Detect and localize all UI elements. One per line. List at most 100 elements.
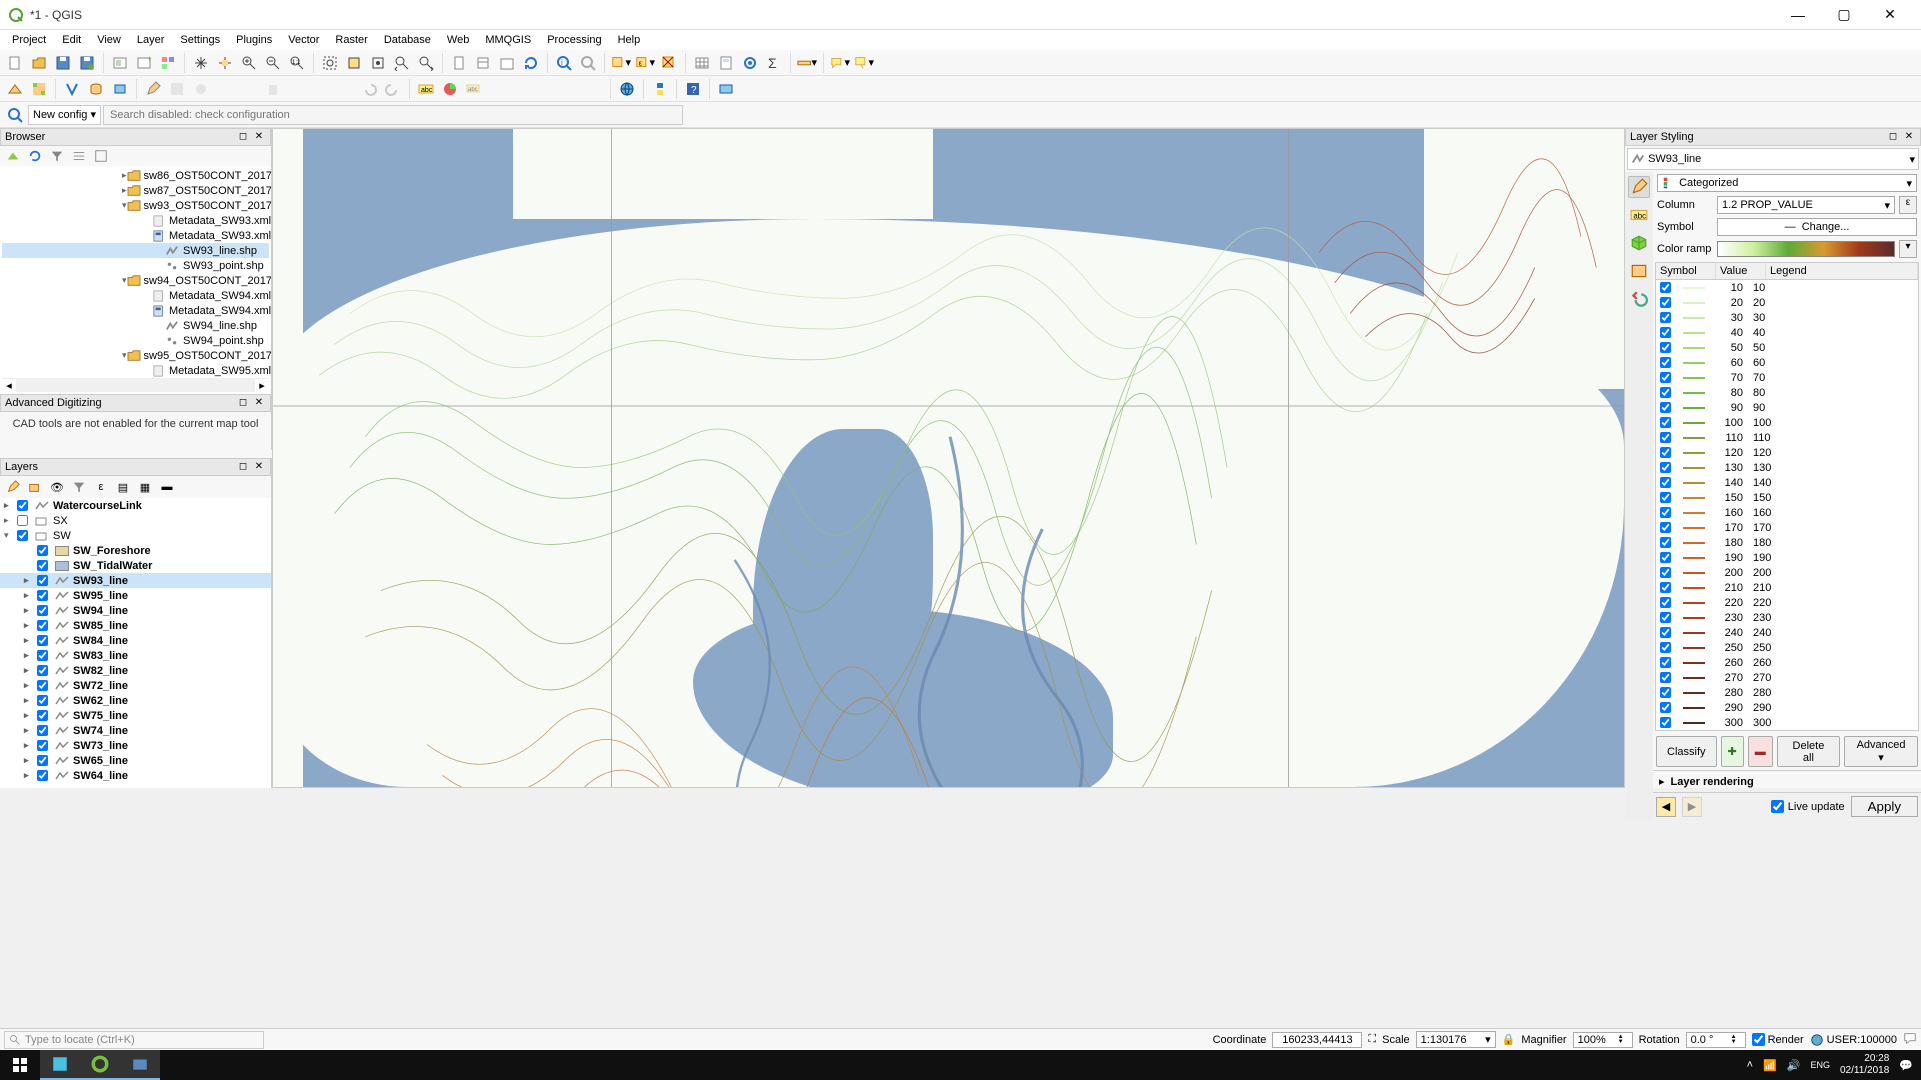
- help-button[interactable]: ?: [682, 78, 704, 100]
- menu-vector[interactable]: Vector: [280, 32, 327, 48]
- tray-clock[interactable]: 20:28 02/11/2018: [1840, 1053, 1889, 1077]
- category-checkbox[interactable]: [1660, 597, 1671, 608]
- color-ramp-dropdown[interactable]: ▾: [1899, 240, 1917, 258]
- layer-visibility-checkbox[interactable]: [37, 590, 48, 601]
- category-checkbox[interactable]: [1660, 492, 1671, 503]
- toggle-editing-button[interactable]: [142, 78, 164, 100]
- category-row[interactable]: 270270: [1656, 670, 1918, 685]
- select-value-button[interactable]: ε▾: [634, 52, 656, 74]
- taskbar-app-3[interactable]: [120, 1050, 160, 1080]
- layer-visibility-checkbox[interactable]: [17, 530, 28, 541]
- layer-filter-button[interactable]: [70, 478, 88, 496]
- layer-item[interactable]: ▸SW74_line: [0, 723, 271, 738]
- category-row[interactable]: 180180: [1656, 535, 1918, 550]
- browser-item[interactable]: ▾sw94_OST50CONT_201707: [2, 273, 269, 288]
- layer-visibility-checkbox[interactable]: [37, 710, 48, 721]
- layer-style-button[interactable]: [4, 478, 22, 496]
- category-row[interactable]: 9090: [1656, 400, 1918, 415]
- category-checkbox[interactable]: [1660, 297, 1671, 308]
- statistics-button[interactable]: Σ: [763, 52, 785, 74]
- menu-view[interactable]: View: [89, 32, 129, 48]
- layer-item[interactable]: ▸SW65_line: [0, 753, 271, 768]
- delete-all-button[interactable]: Delete all: [1777, 736, 1840, 767]
- layer-visibility-checkbox[interactable]: [37, 545, 48, 556]
- layer-item[interactable]: ▸WatercourseLink: [0, 498, 271, 513]
- menu-mmqgis[interactable]: MMQGIS: [477, 32, 539, 48]
- styling-close-button[interactable]: ✕: [1902, 130, 1916, 144]
- category-row[interactable]: 140140: [1656, 475, 1918, 490]
- zoom-full-button[interactable]: [319, 52, 341, 74]
- layer-item[interactable]: ▸SW64_line: [0, 768, 271, 783]
- label-pin-button[interactable]: [535, 78, 557, 100]
- label-hide-button[interactable]: [583, 78, 605, 100]
- layer-visibility-checkbox[interactable]: [37, 740, 48, 751]
- minimize-button[interactable]: —: [1775, 0, 1821, 30]
- layer-visibility-checkbox[interactable]: [37, 575, 48, 586]
- browser-item[interactable]: Metadata_SW94.xml: [2, 288, 269, 303]
- browser-item[interactable]: ▾sw95_OST50CONT_201707: [2, 348, 269, 363]
- style-forward-button[interactable]: ▶: [1682, 797, 1702, 817]
- new-spatialite-button[interactable]: [85, 78, 107, 100]
- browser-item[interactable]: Metadata_SW93.xml: [2, 213, 269, 228]
- category-checkbox[interactable]: [1660, 687, 1671, 698]
- add-feature-button[interactable]: [190, 78, 212, 100]
- layer-visibility-checkbox[interactable]: [17, 500, 28, 511]
- cut-button[interactable]: [286, 78, 308, 100]
- tray-lang-icon[interactable]: ENG: [1810, 1060, 1830, 1070]
- start-button[interactable]: [0, 1050, 40, 1080]
- category-checkbox[interactable]: [1660, 702, 1671, 713]
- identify-button[interactable]: i: [553, 52, 575, 74]
- zoom-out-button[interactable]: [262, 52, 284, 74]
- category-checkbox[interactable]: [1660, 612, 1671, 623]
- browser-undock-button[interactable]: ◻: [236, 130, 250, 144]
- category-row[interactable]: 5050: [1656, 340, 1918, 355]
- layer-item[interactable]: ▸SW94_line: [0, 603, 271, 618]
- category-checkbox[interactable]: [1660, 312, 1671, 323]
- layer-item[interactable]: ▸SW84_line: [0, 633, 271, 648]
- paste-button[interactable]: [334, 78, 356, 100]
- advanced-button[interactable]: Advanced ▾: [1844, 736, 1918, 767]
- new-geopackage-button[interactable]: [109, 78, 131, 100]
- symbol-change-button[interactable]: — Change...: [1717, 218, 1917, 236]
- python-console-button[interactable]: [649, 78, 671, 100]
- category-row[interactable]: 2020: [1656, 295, 1918, 310]
- label-show-button[interactable]: [559, 78, 581, 100]
- label-change-button[interactable]: [511, 78, 533, 100]
- column-selector[interactable]: 1.2 PROP_VALUE▾: [1717, 196, 1895, 214]
- layer-collapse-button[interactable]: ▦: [136, 478, 154, 496]
- add-vector-button[interactable]: [4, 78, 26, 100]
- remove-category-button[interactable]: ▬: [1748, 736, 1773, 767]
- category-row[interactable]: 4040: [1656, 325, 1918, 340]
- temporal-button[interactable]: [496, 52, 518, 74]
- show-bookmarks-button[interactable]: [472, 52, 494, 74]
- category-checkbox[interactable]: [1660, 672, 1671, 683]
- category-row[interactable]: 210210: [1656, 580, 1918, 595]
- label-move-button[interactable]: abc: [463, 78, 485, 100]
- extents-icon[interactable]: ⛶: [1368, 1033, 1376, 1046]
- map-canvas[interactable]: [272, 128, 1625, 788]
- cat-head-legend[interactable]: Legend: [1766, 263, 1918, 279]
- layer-add-group-button[interactable]: [26, 478, 44, 496]
- category-row[interactable]: 200200: [1656, 565, 1918, 580]
- layer-item[interactable]: ▸SW85_line: [0, 618, 271, 633]
- category-checkbox[interactable]: [1660, 462, 1671, 473]
- category-row[interactable]: 290290: [1656, 700, 1918, 715]
- tray-chevron-icon[interactable]: ˄: [1747, 1059, 1753, 1071]
- category-row[interactable]: 1010: [1656, 280, 1918, 295]
- browser-tree[interactable]: ▸sw86_OST50CONT_201707▸sw87_OST50CONT_20…: [0, 166, 271, 394]
- open-project-button[interactable]: [28, 52, 50, 74]
- messages-button[interactable]: [1903, 1031, 1917, 1048]
- category-checkbox[interactable]: [1660, 282, 1671, 293]
- layer-visibility-checkbox[interactable]: [37, 680, 48, 691]
- labels-tab-icon[interactable]: abc: [1628, 204, 1650, 226]
- category-checkbox[interactable]: [1660, 627, 1671, 638]
- category-row[interactable]: 280280: [1656, 685, 1918, 700]
- zoom-native-button[interactable]: 1:1: [286, 52, 308, 74]
- layer-item[interactable]: ▸SW72_line: [0, 678, 271, 693]
- label-tool-button[interactable]: abc: [415, 78, 437, 100]
- coordinate-field[interactable]: 160233,44413: [1272, 1032, 1362, 1048]
- browser-item[interactable]: SW94_line.shp: [2, 318, 269, 333]
- layer-visibility-checkbox[interactable]: [37, 605, 48, 616]
- search-input[interactable]: [103, 105, 683, 125]
- map-tips-button[interactable]: ▾: [829, 52, 851, 74]
